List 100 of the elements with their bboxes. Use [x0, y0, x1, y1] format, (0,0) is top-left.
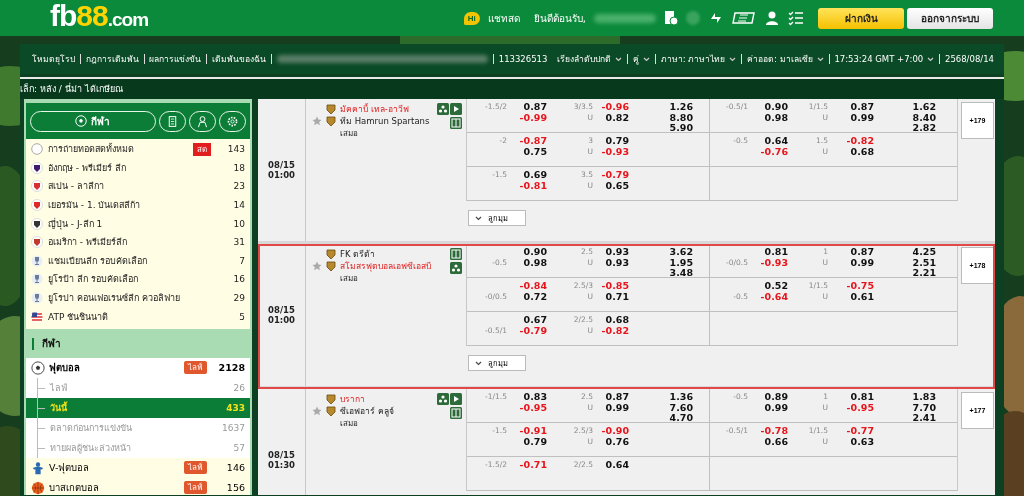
odds-value[interactable]: 0.79: [507, 436, 547, 447]
stats-icon[interactable]: [437, 393, 449, 405]
sport-item[interactable]: ฟุตบอล: [49, 360, 184, 376]
league-item[interactable]: สเปน - ลาลีกา: [48, 179, 223, 194]
odds-value[interactable]: -0.95: [828, 402, 874, 413]
chat-icon[interactable]: Hi: [463, 11, 480, 25]
odds-value[interactable]: -0.93: [748, 257, 788, 268]
league-item[interactable]: อังกฤษ - พรีเมียร์ ลีก: [48, 160, 223, 175]
person-icon[interactable]: [764, 10, 780, 26]
odds-value[interactable]: 0.93: [593, 247, 629, 258]
stats-icon[interactable]: [437, 103, 449, 115]
odds-value[interactable]: 7.70: [874, 402, 936, 413]
odds-value[interactable]: -0.82: [593, 325, 629, 336]
odds-value[interactable]: 5.90: [629, 123, 693, 134]
nav-link[interactable]: ผลการแข่งขัน: [149, 52, 202, 66]
odds-value[interactable]: 1.62: [874, 102, 936, 113]
odds-value[interactable]: 0.90: [748, 102, 788, 113]
odds-value[interactable]: 0.52: [748, 281, 788, 292]
sport-item[interactable]: บาสเกตบอล: [49, 480, 184, 495]
odds-value[interactable]: -0.75: [828, 281, 874, 292]
league-item[interactable]: อเมริกา - พรีเมียร์ลีก: [48, 235, 223, 250]
live-chat-link[interactable]: แชทสด: [487, 10, 520, 26]
dropdown[interactable]: ภาษา: ภาษาไทย: [660, 52, 737, 66]
odds-value[interactable]: -0.93: [593, 146, 629, 157]
odds-value[interactable]: 1.26: [629, 102, 693, 113]
odds-value[interactable]: 0.83: [507, 392, 547, 403]
odds-value[interactable]: 1.36: [629, 392, 693, 403]
odds-value[interactable]: 8.80: [629, 112, 693, 123]
odds-value[interactable]: 0.98: [507, 257, 547, 268]
odds-value[interactable]: -0.76: [748, 146, 788, 157]
dropdown[interactable]: ค่าออด: มาเลเซีย: [747, 52, 824, 66]
odds-value[interactable]: 0.87: [828, 102, 874, 113]
dropdown[interactable]: เรียงลำดับปกติ: [557, 52, 623, 66]
odds-value[interactable]: 0.99: [828, 257, 874, 268]
odds-value[interactable]: 0.99: [828, 112, 874, 123]
odds-value[interactable]: -0.79: [593, 170, 629, 181]
odds-value[interactable]: 2.41: [874, 413, 936, 424]
sport-subitem[interactable]: วันนี้ 433: [26, 397, 250, 418]
star-icon[interactable]: [312, 261, 322, 271]
odds-value[interactable]: 8.40: [874, 112, 936, 123]
odds-value[interactable]: 0.81: [748, 247, 788, 258]
odds-value[interactable]: -0.87: [507, 136, 547, 147]
odds-value[interactable]: -0.81: [507, 180, 547, 191]
odds-value[interactable]: 0.99: [748, 402, 788, 413]
star-icon[interactable]: [312, 116, 322, 126]
odds-value[interactable]: 7.60: [629, 402, 693, 413]
odds-value[interactable]: 0.63: [828, 436, 874, 447]
odds-value[interactable]: 0.65: [593, 180, 629, 191]
league-item[interactable]: เยอรมัน - 1. บันเดสลีก้า: [48, 198, 223, 213]
odds-value[interactable]: -0.85: [593, 281, 629, 292]
play-icon[interactable]: [450, 393, 462, 405]
checklist-icon[interactable]: [788, 10, 804, 26]
odds-value[interactable]: 0.87: [828, 247, 874, 258]
logout-button[interactable]: ออกจากระบบ: [907, 7, 993, 29]
nav-link[interactable]: โหมดยุโรป: [32, 52, 75, 66]
receipt-icon[interactable]: [664, 10, 678, 26]
star-icon[interactable]: [312, 406, 322, 416]
odds-value[interactable]: 2.21: [874, 268, 936, 279]
odds-value[interactable]: -0.99: [507, 112, 547, 123]
odds-value[interactable]: 0.82: [593, 112, 629, 123]
odds-value[interactable]: 0.93: [593, 257, 629, 268]
stats-icon[interactable]: [450, 262, 462, 274]
odds-value[interactable]: 0.72: [507, 291, 547, 302]
odds-value[interactable]: -0.79: [507, 325, 547, 336]
odds-value[interactable]: 1.95: [629, 257, 693, 268]
odds-value[interactable]: 3.48: [629, 268, 693, 279]
sport-item[interactable]: V-ฟุตบอล: [49, 460, 184, 476]
odds-value[interactable]: -0.96: [593, 102, 629, 113]
odds-value[interactable]: -0.64: [748, 291, 788, 302]
nav-link[interactable]: กฎการเดิมพัน: [85, 52, 139, 66]
odds-value[interactable]: 1.83: [874, 392, 936, 403]
odds-value[interactable]: -0.78: [748, 426, 788, 437]
odds-value[interactable]: 0.90: [507, 247, 547, 258]
odds-value[interactable]: 0.99: [593, 402, 629, 413]
odds-value[interactable]: 0.71: [593, 291, 629, 302]
odds-value[interactable]: 0.81: [828, 392, 874, 403]
odds-value[interactable]: 0.89: [748, 392, 788, 403]
odds-value[interactable]: 0.67: [507, 315, 547, 326]
odds-value[interactable]: -0.84: [507, 281, 547, 292]
odds-value[interactable]: 0.64: [748, 136, 788, 147]
odds-value[interactable]: -0.91: [507, 426, 547, 437]
odds-value[interactable]: 0.64: [593, 460, 629, 471]
odds-value[interactable]: 0.68: [593, 315, 629, 326]
odds-value[interactable]: 4.25: [874, 247, 936, 258]
odds-value[interactable]: 2.82: [874, 123, 936, 134]
league-item[interactable]: ATP ชันชินนาติ: [48, 309, 223, 324]
odds-value[interactable]: 0.68: [828, 146, 874, 157]
odds-value[interactable]: 3.62: [629, 247, 693, 258]
dropdown[interactable]: คู่: [633, 52, 651, 66]
odds-value[interactable]: 0.76: [593, 436, 629, 447]
league-item[interactable]: ยูโรปา คอนเฟอเรนซ์ลีก ควอลิฟาย: [48, 291, 223, 306]
odds-value[interactable]: -0.71: [507, 460, 547, 471]
deposit-button[interactable]: ฝากเงิน: [818, 7, 904, 29]
odds-value[interactable]: 0.79: [593, 136, 629, 147]
odds-value[interactable]: 0.87: [593, 392, 629, 403]
odds-value[interactable]: -0.77: [828, 426, 874, 437]
odds-value[interactable]: -0.95: [507, 402, 547, 413]
odds-value[interactable]: 2.51: [874, 257, 936, 268]
ticket-icon[interactable]: [732, 11, 756, 25]
nav-link[interactable]: เดิมพันของฉัน: [212, 52, 267, 66]
